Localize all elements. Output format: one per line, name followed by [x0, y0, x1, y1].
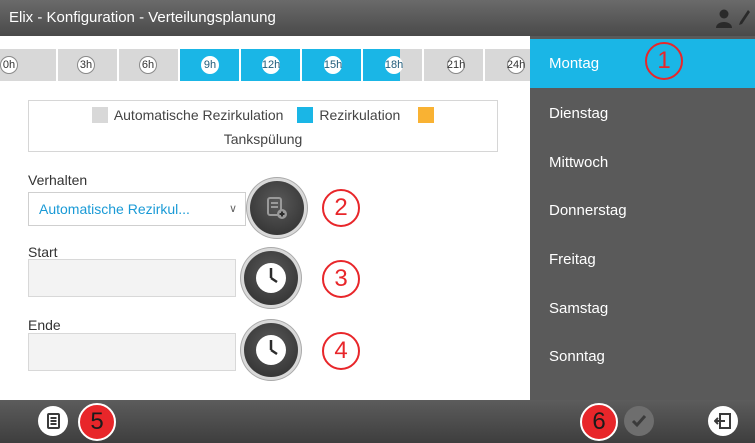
- sidebar-item-label: Mittwoch: [549, 154, 609, 171]
- tick-15h: 15h: [324, 56, 342, 74]
- end-label: Ende: [28, 317, 61, 333]
- tick-0h: 0h: [0, 56, 18, 74]
- end-time-button[interactable]: [244, 323, 298, 377]
- start-field[interactable]: [28, 259, 236, 297]
- title-bar: Elix - Konfiguration - Verteilungsplanun…: [0, 0, 755, 36]
- sidebar-item-samstag[interactable]: Samstag: [530, 284, 755, 333]
- chevron-down-icon: ∨: [228, 203, 237, 215]
- user-icon[interactable]: [715, 8, 733, 28]
- end-field[interactable]: [28, 333, 236, 371]
- day-sidebar: Montag Dienstag Mittwoch Donnerstag Frei…: [530, 36, 755, 400]
- divider: [361, 49, 363, 81]
- pen-icon[interactable]: [737, 8, 751, 28]
- callout-marker-3: 3: [322, 260, 360, 298]
- clock-icon: [256, 263, 286, 293]
- divider: [239, 49, 241, 81]
- divider: [483, 49, 485, 81]
- behavior-config-button[interactable]: [250, 181, 304, 235]
- divider: [178, 49, 180, 81]
- list-icon: [47, 413, 60, 429]
- time-schedule-bar[interactable]: 0h 3h 6h 9h 12h 15h 18h 21h 24h: [0, 36, 530, 86]
- divider: [422, 49, 424, 81]
- title-icons: [715, 8, 751, 28]
- legend-auto-label: Automatische Rezirkulation: [113, 107, 284, 123]
- behavior-select-value: Automatische Rezirkul...: [39, 201, 190, 217]
- sidebar-item-label: Freitag: [549, 251, 596, 268]
- list-button[interactable]: [38, 406, 68, 436]
- window-title: Elix - Konfiguration - Verteilungsplanun…: [9, 9, 276, 26]
- tick-12h: 12h: [262, 56, 280, 74]
- sidebar-item-sonntag[interactable]: Sonntag: [530, 332, 755, 381]
- sidebar-item-donnerstag[interactable]: Donnerstag: [530, 186, 755, 235]
- start-time-button[interactable]: [244, 251, 298, 305]
- callout-marker-4: 4: [322, 332, 360, 370]
- sidebar-item-dienstag[interactable]: Dienstag: [530, 89, 755, 138]
- divider: [56, 49, 58, 81]
- bottom-toolbar: 5 6: [0, 400, 755, 443]
- divider: [300, 49, 302, 81]
- legend-recirc-label: Rezirkulation: [319, 107, 401, 123]
- sidebar-item-mittwoch[interactable]: Mittwoch: [530, 138, 755, 187]
- exit-icon: [714, 413, 731, 429]
- tick-18h: 18h: [385, 56, 403, 74]
- behavior-select[interactable]: Automatische Rezirkul... ∨: [28, 192, 246, 226]
- callout-marker-1: 1: [645, 42, 683, 80]
- tick-24h: 24h: [507, 56, 525, 74]
- tick-21h: 21h: [447, 56, 465, 74]
- tick-6h: 6h: [139, 56, 157, 74]
- legend-swatch-recirc: [297, 107, 314, 123]
- tick-3h: 3h: [77, 56, 95, 74]
- sidebar-item-label: Dienstag: [549, 105, 609, 122]
- legend: Automatische Rezirkulation Rezirkulation…: [28, 100, 498, 152]
- legend-tank-label: Tankspülung: [223, 131, 303, 147]
- callout-marker-2: 2: [322, 189, 360, 227]
- callout-marker-6: 6: [580, 403, 618, 441]
- sidebar-item-label: Samstag: [549, 300, 609, 317]
- sidebar-item-montag[interactable]: Montag: [530, 39, 755, 88]
- start-label: Start: [28, 244, 58, 260]
- checkmark-icon: [631, 415, 647, 428]
- sidebar-item-label: Donnerstag: [549, 202, 627, 219]
- divider: [117, 49, 119, 81]
- document-add-icon: [267, 197, 287, 219]
- clock-icon: [256, 335, 286, 365]
- callout-marker-5: 5: [78, 403, 116, 441]
- sidebar-item-label: Sonntag: [549, 348, 605, 365]
- sidebar-item-label: Montag: [549, 55, 600, 72]
- exit-button[interactable]: [708, 406, 738, 436]
- legend-swatch-auto: [91, 107, 108, 123]
- tick-9h: 9h: [201, 56, 219, 74]
- legend-swatch-tank: [418, 107, 435, 123]
- sidebar-item-freitag[interactable]: Freitag: [530, 235, 755, 284]
- confirm-button[interactable]: [624, 406, 654, 436]
- behavior-label: Verhalten: [28, 172, 88, 188]
